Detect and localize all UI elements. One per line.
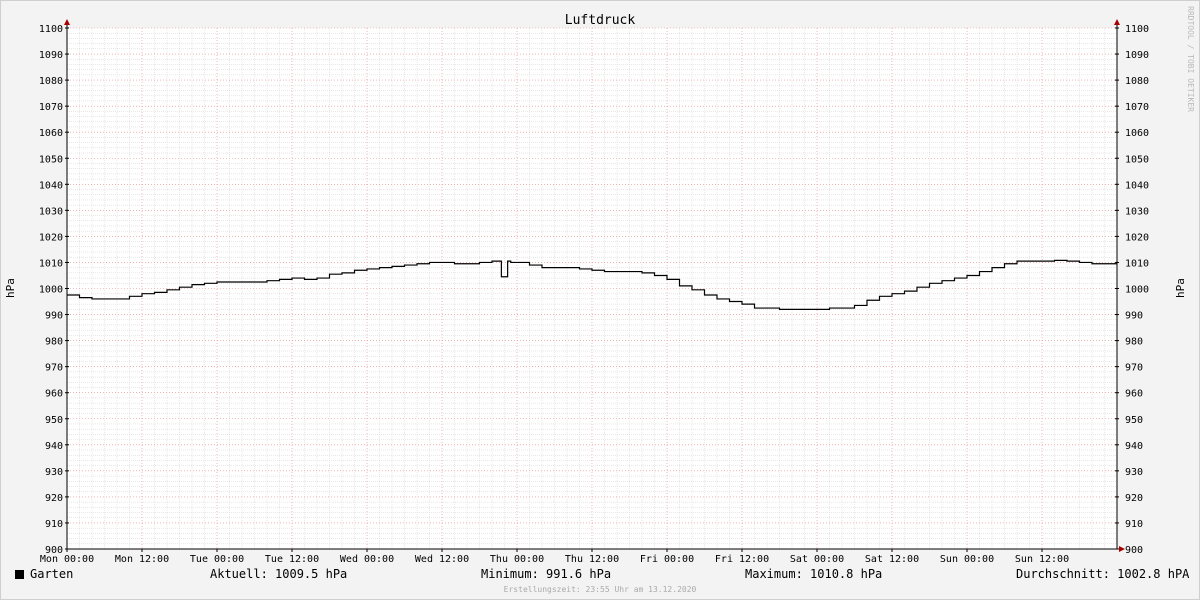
y-tick-label-right: 930	[1125, 467, 1143, 478]
y-tick-label-left: 1000	[39, 285, 63, 296]
y-tick-label-right: 1040	[1125, 180, 1149, 191]
y-tick-label-left: 970	[45, 363, 63, 374]
y-tick-label-right: 1080	[1125, 76, 1149, 87]
y-axis-arrow-left	[64, 19, 70, 25]
y-tick-label-left: 1060	[39, 128, 63, 139]
y-axis-label-left: hPa	[4, 278, 17, 298]
y-tick-label-left: 1090	[39, 50, 63, 61]
y-tick-label-right: 990	[1125, 311, 1143, 322]
x-tick-label: Mon 00:00	[40, 554, 94, 565]
x-tick-label: Tue 00:00	[190, 554, 244, 565]
y-tick-label-right: 980	[1125, 337, 1143, 348]
y-tick-label-right: 1030	[1125, 206, 1149, 217]
y-tick-label-right: 1090	[1125, 50, 1149, 61]
y-tick-label-right: 1070	[1125, 102, 1149, 113]
y-tick-labels-left: 9009109209309409509609709809901000101010…	[39, 24, 69, 556]
y-tick-label-right: 960	[1125, 389, 1143, 400]
x-tick-label: Wed 00:00	[340, 554, 394, 565]
chart-svg: 900 910 920 930 940 950 960 970 980 990 1000 1010 10…	[4, 13, 1187, 565]
y-tick-label-right: 1050	[1125, 154, 1149, 165]
y-tick-label-right: 940	[1125, 441, 1143, 452]
y-tick-label-right: 1060	[1125, 128, 1149, 139]
y-tick-label-left: 1040	[39, 180, 63, 191]
rrdtool-watermark: RRDTOOL / TOBI OETIKER	[1186, 6, 1195, 112]
y-tick-label-right: 1010	[1125, 258, 1149, 269]
y-tick-label-left: 1100	[39, 24, 63, 35]
legend-swatch	[15, 570, 24, 579]
y-tick-labels-right: 900 910 920 930 940 950 960 970 980 990 1000 1010 10…	[1115, 24, 1149, 556]
y-tick-label-left: 1070	[39, 102, 63, 113]
x-tick-label: Mon 12:00	[115, 554, 169, 565]
y-tick-label-right: 900	[1125, 545, 1143, 556]
y-tick-label-left: 990	[45, 311, 63, 322]
y-tick-label-left: 1020	[39, 232, 63, 243]
x-tick-label: Sat 00:00	[790, 554, 844, 565]
x-tick-label: Sun 12:00	[1015, 554, 1069, 565]
y-tick-label-right: 970	[1125, 363, 1143, 374]
x-tick-label: Tue 12:00	[265, 554, 319, 565]
x-tick-label: Sun 00:00	[940, 554, 994, 565]
y-tick-label-left: 980	[45, 337, 63, 348]
y-tick-label-right: 1100	[1125, 24, 1149, 35]
x-tick-label: Fri 12:00	[715, 554, 769, 565]
y-tick-label-left: 950	[45, 415, 63, 426]
x-tick-label: Fri 00:00	[640, 554, 694, 565]
x-tick-labels: Mon 00:00 Mon 12:00 Tue 00:00 Tue 12:00 Wed …	[40, 549, 1069, 565]
y-axis-label-right: hPa	[1174, 278, 1187, 298]
legend-maximum: Maximum: 1010.8 hPa	[745, 567, 883, 581]
y-tick-label-left: 1050	[39, 154, 63, 165]
y-tick-label-left: 1030	[39, 206, 63, 217]
creation-time-footer: Erstellungszeit: 23:55 Uhr am 13.12.2020	[503, 585, 697, 594]
y-tick-label-left: 910	[45, 519, 63, 530]
x-tick-label: Sat 12:00	[865, 554, 919, 565]
x-tick-label: Thu 12:00	[565, 554, 619, 565]
y-tick-label-right: 1020	[1125, 232, 1149, 243]
legend-average: Durchschnitt: 1002.8 hPA	[1016, 567, 1190, 581]
y-axis-arrow-right	[1114, 19, 1120, 25]
y-tick-label-left: 930	[45, 467, 63, 478]
y-tick-label-right: 920	[1125, 493, 1143, 504]
legend-current: Aktuell: 1009.5 hPa	[210, 567, 348, 581]
x-tick-label: Wed 12:00	[415, 554, 469, 565]
y-tick-label-left: 920	[45, 493, 63, 504]
y-tick-label-left: 960	[45, 389, 63, 400]
y-tick-label-left: 1080	[39, 76, 63, 87]
y-tick-label-right: 950	[1125, 415, 1143, 426]
legend-minimum: Minimum: 991.6 hPa	[481, 567, 612, 581]
x-tick-label: Thu 00:00	[490, 554, 544, 565]
y-tick-label-right: 1000	[1125, 285, 1149, 296]
chart-title: Luftdruck	[565, 13, 636, 28]
y-tick-label-right: 910	[1125, 519, 1143, 530]
y-tick-label-left: 1010	[39, 258, 63, 269]
y-tick-label-left: 940	[45, 441, 63, 452]
legend-series-name: Garten	[30, 567, 74, 581]
